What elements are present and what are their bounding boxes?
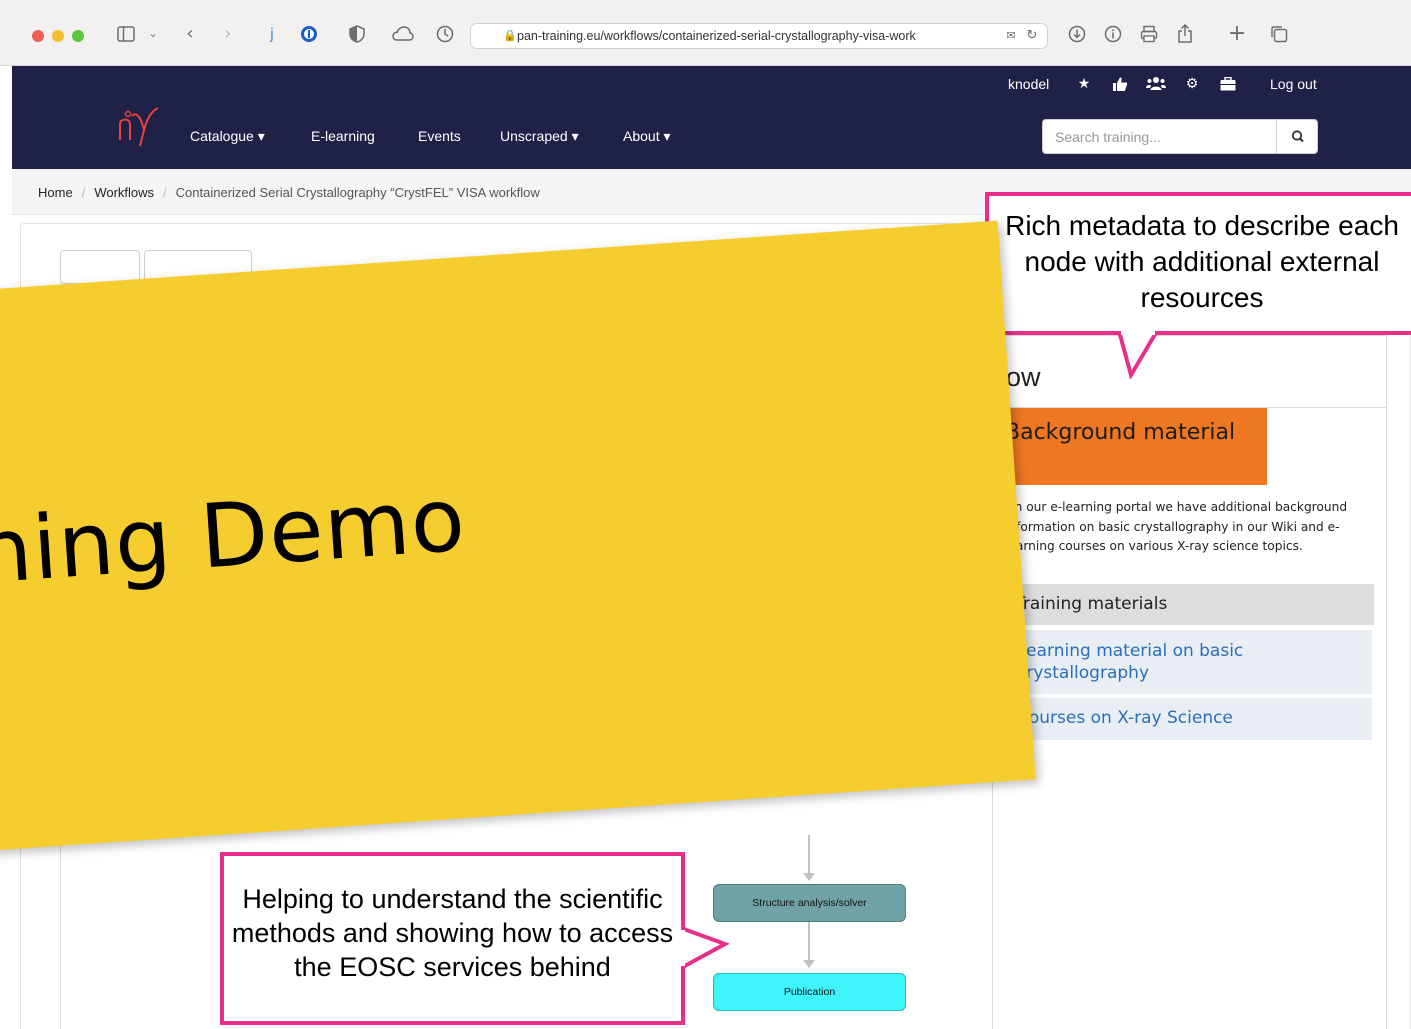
share-icon[interactable]	[1174, 22, 1196, 46]
training-material-link[interactable]: Courses on X-ray Science	[1007, 698, 1372, 740]
print-icon[interactable]	[1138, 22, 1160, 46]
reload-icon[interactable]: ↻	[1023, 26, 1041, 46]
gear-icon[interactable]: ⚙	[1182, 74, 1202, 94]
translate-icon[interactable]: ✉	[1001, 26, 1021, 46]
star-icon[interactable]: ★	[1074, 74, 1094, 94]
breadcrumb-current: Containerized Serial Crystallography “Cr…	[175, 185, 540, 200]
node-title: Background material	[995, 408, 1267, 485]
site-logo[interactable]	[116, 100, 162, 150]
zoom-window-button[interactable]	[72, 30, 84, 42]
flow-connector	[808, 835, 810, 875]
chevron-down-icon[interactable]: ⌄	[146, 22, 160, 46]
extension-icon[interactable]: j	[266, 22, 278, 46]
minimize-window-button[interactable]	[52, 30, 64, 42]
sticker-text: aining Demo	[0, 467, 469, 610]
nav-events[interactable]: Events	[418, 128, 461, 144]
breadcrumb-workflows[interactable]: Workflows	[94, 185, 154, 200]
nav-elearning[interactable]: E-learning	[311, 128, 375, 144]
address-bar[interactable]: 🔒 pan-training.eu/workflows/containerize…	[470, 23, 1048, 49]
search-input[interactable]	[1042, 119, 1276, 154]
training-materials-heading: Training materials	[1005, 584, 1374, 625]
nav-about[interactable]: About ▾	[623, 128, 671, 145]
password-manager-icon[interactable]	[298, 22, 320, 46]
sidebar-icon[interactable]	[114, 22, 138, 46]
callout-pointer	[681, 925, 729, 971]
breadcrumb-separator: /	[81, 185, 86, 200]
flow-arrow	[803, 873, 815, 881]
briefcase-icon[interactable]	[1218, 74, 1238, 94]
node-description: On our e-learning portal we have additio…	[1005, 500, 1348, 553]
logout-link[interactable]: Log out	[1270, 76, 1317, 92]
forward-icon[interactable]: ›	[218, 22, 238, 46]
search-icon	[1291, 130, 1304, 143]
training-material-link[interactable]: Learning material on basic crystallograp…	[1007, 630, 1372, 694]
flow-node-structure-analysis[interactable]: Structure analysis/solver	[713, 884, 906, 922]
nav-unscraped[interactable]: Unscraped ▾	[500, 128, 579, 145]
methods-callout: Helping to understand the scientific met…	[220, 852, 685, 1025]
callout-pointer	[1116, 331, 1160, 379]
tabs-icon[interactable]	[1268, 22, 1290, 46]
breadcrumb-home[interactable]: Home	[38, 185, 73, 200]
history-icon[interactable]	[434, 22, 456, 46]
cloud-icon[interactable]	[390, 22, 416, 46]
flow-arrow	[803, 960, 815, 968]
url-text[interactable]: pan-training.eu/workflows/containerized-…	[517, 29, 973, 43]
nav-catalogue[interactable]: Catalogue ▾	[190, 128, 265, 145]
close-window-button[interactable]	[32, 30, 44, 42]
users-icon[interactable]	[1146, 74, 1166, 94]
shield-icon[interactable]	[346, 22, 368, 46]
breadcrumb-separator: /	[163, 185, 167, 200]
plus-icon[interactable]: +	[1226, 22, 1248, 46]
training-demo-sticker: aining Demo	[0, 220, 1036, 851]
search-button[interactable]	[1276, 119, 1318, 154]
username-link[interactable]: knodel	[1008, 76, 1049, 92]
thumbs-up-icon[interactable]	[1110, 74, 1130, 94]
info-icon[interactable]	[1102, 22, 1124, 46]
back-icon[interactable]: ‹	[180, 22, 200, 46]
download-icon[interactable]	[1066, 22, 1088, 46]
browser-toolbar: ⌄ ‹ › j 🔒 pan-training.eu/workflows/cont…	[0, 0, 1411, 66]
flow-connector	[808, 922, 810, 962]
metadata-callout: Rich metadata to describe each node with…	[985, 192, 1411, 335]
flow-node-publication[interactable]: Publication	[713, 973, 906, 1011]
lock-icon: 🔒	[503, 29, 517, 42]
